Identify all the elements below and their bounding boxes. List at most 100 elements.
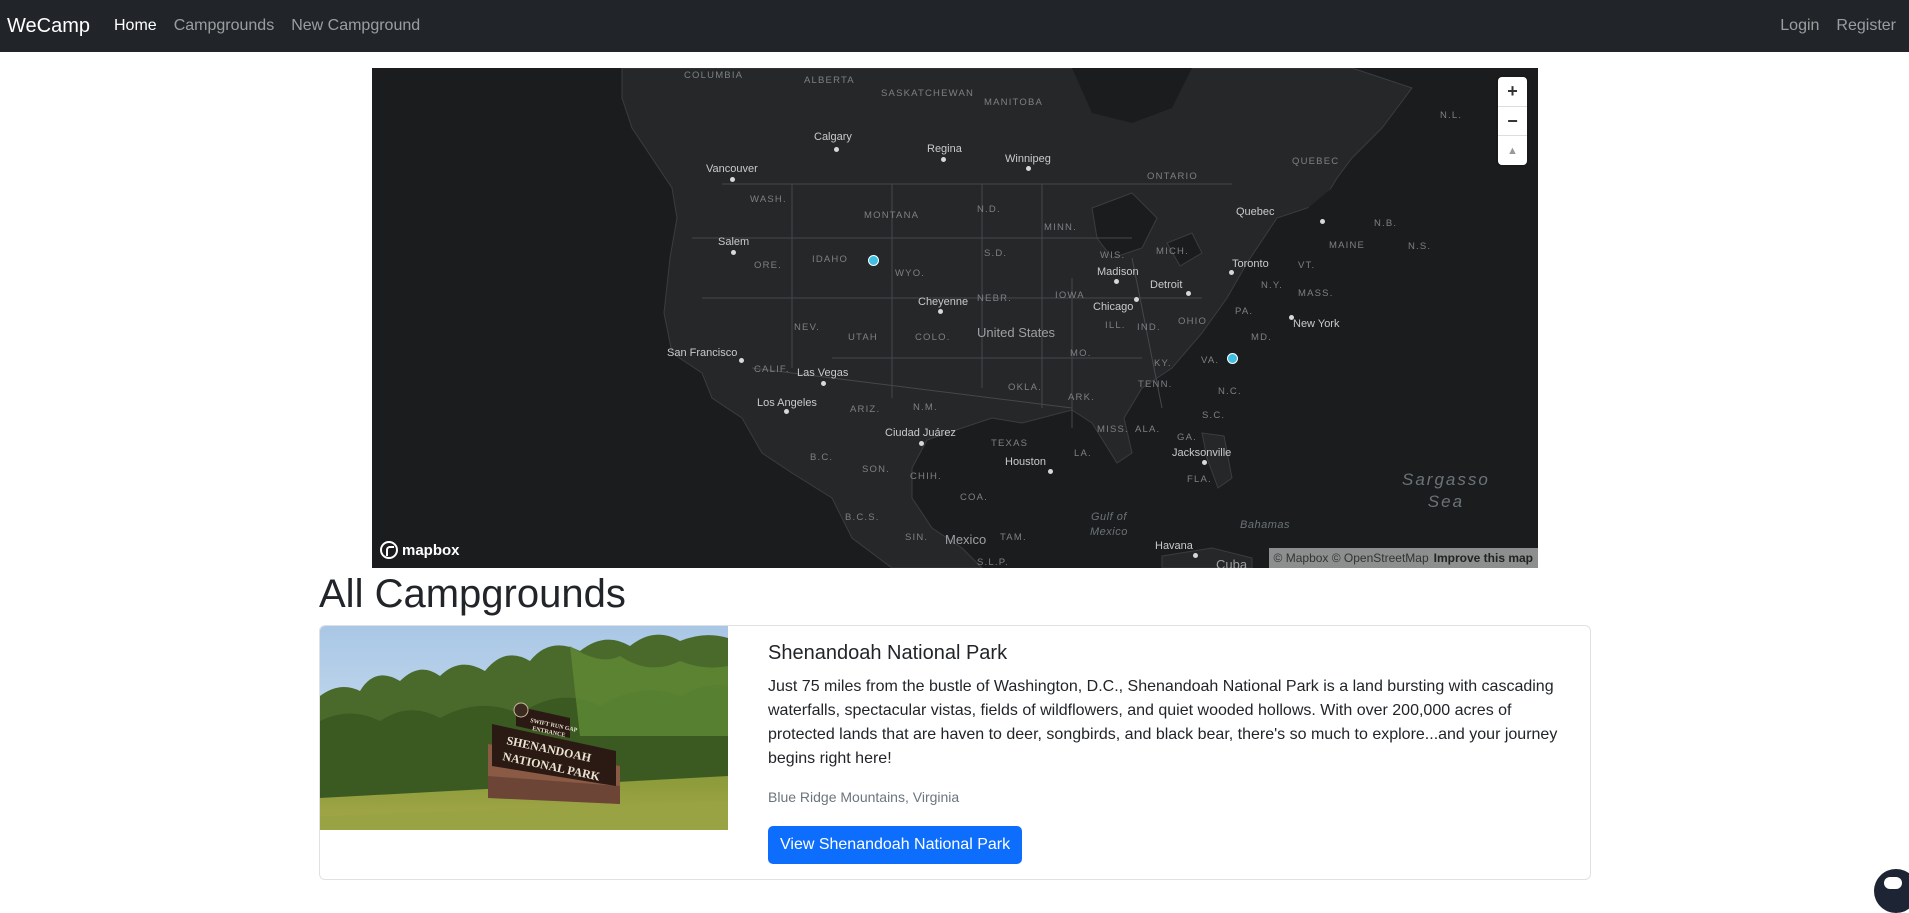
- city-dot: [784, 409, 789, 414]
- city-dot: [821, 381, 826, 386]
- city-dot: [1048, 469, 1053, 474]
- map-label-state: N.D.: [977, 204, 1001, 215]
- campground-marker[interactable]: [868, 255, 879, 266]
- improve-map-link[interactable]: Improve this map: [1434, 551, 1533, 565]
- campground-location: Blue Ridge Mountains, Virginia: [768, 789, 960, 805]
- map-label-country: United States: [977, 325, 1056, 340]
- campground-marker[interactable]: [1227, 353, 1238, 364]
- map-label-state: MASS.: [1298, 288, 1334, 299]
- map-label-state: MO.: [1070, 348, 1092, 359]
- map-label-state: NEV.: [794, 322, 821, 333]
- compass-button[interactable]: ▲: [1498, 136, 1527, 165]
- map-label-city: Toronto: [1232, 258, 1269, 270]
- map-label-state: ARK.: [1068, 392, 1095, 403]
- nav-login[interactable]: Login: [1780, 17, 1819, 35]
- map-label-city: Madison: [1097, 266, 1139, 278]
- map-navigation-control: + − ▲: [1498, 77, 1527, 165]
- map-label-state: ALBERTA: [804, 75, 855, 86]
- map-label-city: Chicago: [1093, 301, 1134, 313]
- map-label-state: NEBR.: [977, 293, 1013, 304]
- city-dot: [1134, 297, 1139, 302]
- map-label-city: Regina: [927, 143, 962, 155]
- map-label-state: S.L.P.: [977, 557, 1009, 568]
- map-label-state: S.C.: [1202, 410, 1226, 421]
- map-label-city: Havana: [1155, 540, 1193, 552]
- map-label-state: SASKATCHEWAN: [881, 88, 975, 99]
- map-label-city: Los Angeles: [757, 397, 817, 409]
- map-label-state: N.S.: [1408, 241, 1432, 252]
- chat-widget-button[interactable]: [1874, 869, 1909, 913]
- map-label-state: FLA.: [1187, 474, 1212, 485]
- map-label-state: MONTANA: [864, 210, 920, 221]
- map-label-state: N.C.: [1218, 386, 1242, 397]
- brand-logo[interactable]: WeCamp: [7, 15, 90, 38]
- map-label-state: LA.: [1074, 448, 1092, 459]
- map-label-state: TEXAS: [991, 438, 1029, 449]
- map-label-state: ARIZ.: [850, 404, 881, 415]
- city-dot: [1114, 279, 1119, 284]
- city-dot: [1229, 270, 1234, 275]
- nav-home[interactable]: Home: [114, 17, 157, 35]
- map-label-state: COLUMBIA: [684, 70, 744, 81]
- map-label-state: MANITOBA: [984, 97, 1044, 108]
- city-dot: [739, 358, 744, 363]
- map-label-state: MAINE: [1329, 240, 1366, 251]
- map-label-sea: Gulf of: [1091, 511, 1127, 523]
- map-label-state: ALA.: [1135, 424, 1161, 435]
- city-dot: [941, 157, 946, 162]
- map-label-state: MICH.: [1156, 246, 1189, 257]
- map-label-city: Cheyenne: [918, 296, 969, 308]
- map-label-state: CALIF.: [754, 364, 790, 375]
- map-label-city: Salem: [718, 236, 750, 248]
- map-label-state: UTAH: [848, 332, 878, 343]
- zoom-in-button[interactable]: +: [1498, 77, 1527, 107]
- city-dot: [1193, 553, 1198, 558]
- map-label-state: VA.: [1201, 355, 1220, 366]
- map-label-city: Vancouver: [706, 163, 758, 175]
- map-label-state: IND.: [1137, 322, 1161, 333]
- map-label-state: IOWA: [1055, 290, 1085, 301]
- map-label-state: CHIH.: [910, 471, 942, 482]
- map-label-state: ORE.: [754, 260, 783, 271]
- map-label-sea: Bahamas: [1240, 519, 1290, 531]
- cluster-map[interactable]: COLUMBIA ALBERTA SASKATCHEWAN MANITOBA O…: [372, 68, 1538, 568]
- nav-new-campground[interactable]: New Campground: [291, 17, 420, 35]
- campground-image: SWIFT RUN GAP ENTRANCE SHENANDOAH NATION…: [320, 626, 728, 830]
- map-label-state: SON.: [862, 464, 891, 475]
- campground-photo: SWIFT RUN GAP ENTRANCE SHENANDOAH NATION…: [320, 626, 728, 830]
- map-label-state: N.M.: [913, 402, 938, 413]
- nav-auth-links: Login Register: [1763, 17, 1902, 35]
- map-label-state: OKLA.: [1008, 382, 1042, 393]
- map-label-city: Calgary: [814, 131, 852, 143]
- map-label-state: MISS.: [1097, 424, 1129, 435]
- map-label-city: Quebec: [1236, 206, 1275, 218]
- map-label-city: San Francisco: [667, 347, 738, 359]
- nav-campgrounds[interactable]: Campgrounds: [174, 17, 275, 35]
- map-label-state: WIS.: [1100, 250, 1126, 261]
- map-label-city: Las Vegas: [797, 367, 849, 379]
- mapbox-logo[interactable]: mapbox: [380, 541, 460, 559]
- city-dot: [938, 309, 943, 314]
- map-label-state: S.D.: [984, 248, 1008, 259]
- city-dot: [1202, 460, 1207, 465]
- campground-card: SWIFT RUN GAP ENTRANCE SHENANDOAH NATION…: [319, 625, 1591, 880]
- map-label-state: VT.: [1298, 260, 1316, 271]
- map-label-city: Houston: [1005, 456, 1046, 468]
- city-dot: [1289, 315, 1294, 320]
- zoom-out-button[interactable]: −: [1498, 107, 1527, 137]
- mapbox-logo-text: mapbox: [402, 541, 460, 559]
- map-label-state: COLO.: [915, 332, 951, 343]
- city-dot: [730, 177, 735, 182]
- map-label-state: WASH.: [750, 194, 787, 205]
- map-label-state: IDAHO: [812, 254, 849, 265]
- map-label-state: MINN.: [1044, 222, 1077, 233]
- map-label-state: TENN.: [1138, 379, 1173, 390]
- campground-description: Just 75 miles from the bustle of Washing…: [768, 678, 1558, 767]
- attribution-text[interactable]: © Mapbox © OpenStreetMap: [1274, 551, 1429, 565]
- map-attribution: © Mapbox © OpenStreetMap Improve this ma…: [1268, 548, 1538, 568]
- view-campground-button[interactable]: View Shenandoah National Park: [768, 826, 1023, 864]
- nav-register[interactable]: Register: [1836, 17, 1896, 35]
- map-label-city: New York: [1293, 318, 1340, 330]
- top-navbar: WeCamp Home Campgrounds New Campground L…: [0, 0, 1909, 52]
- map-label-city: Ciudad Juárez: [885, 427, 956, 439]
